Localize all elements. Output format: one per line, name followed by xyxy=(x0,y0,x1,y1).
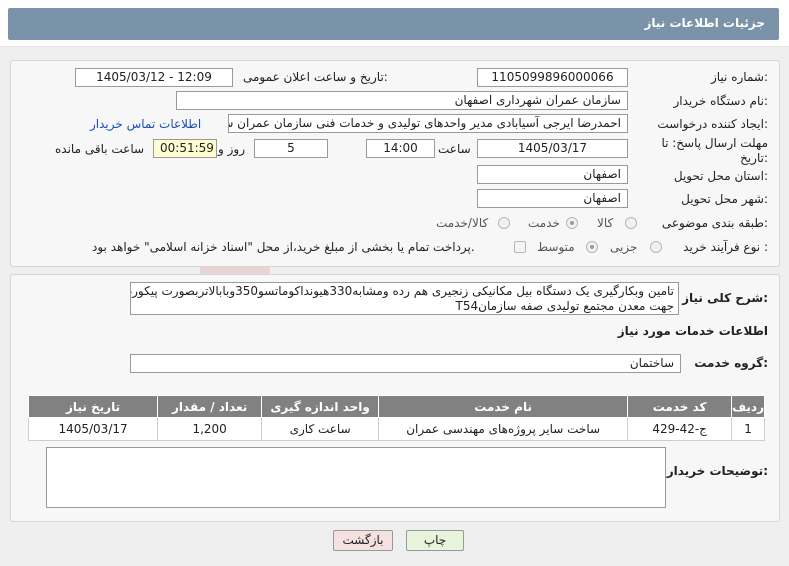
deadline-label-line1: مهلت ارسال پاسخ: تا xyxy=(661,136,768,150)
deadline-time-label: ساعت xyxy=(438,142,471,156)
page-title: جزئیات اطلاعات نیاز xyxy=(644,16,765,30)
summary-textarea: تامین وبکارگیری یک دستگاه بیل مکانیکی زن… xyxy=(130,282,679,315)
days-label: روز و xyxy=(218,142,245,156)
col-code-header: کد خدمت xyxy=(627,395,733,418)
deadline-label-line2: تاریخ: xyxy=(740,151,768,165)
announce-datetime-field: 1405/03/12 - 12:09 xyxy=(75,68,233,87)
col-unit-header: واحد اندازه گیری xyxy=(261,395,380,418)
col-qty-header: تعداد / مقدار xyxy=(157,395,263,418)
process-type-label: نوع فرآیند خرید : xyxy=(683,240,768,254)
services-table-header-row: ردیف کد خدمت نام خدمت واحد اندازه گیری ت… xyxy=(27,395,765,418)
cell-qty: 1,200 xyxy=(157,417,263,441)
category-radio-goods-service[interactable] xyxy=(498,217,510,229)
table-row: 1 ج-42-429 ساخت سایر پروژه‌های مهندسی عم… xyxy=(27,417,765,441)
summary-label: شرح کلی نیاز: xyxy=(682,291,768,305)
cell-code: ج-42-429 xyxy=(627,417,733,441)
service-group-field: ساختمان xyxy=(130,354,681,373)
process-option-minor: جزیی xyxy=(610,240,638,254)
process-radio-minor[interactable] xyxy=(650,241,662,253)
service-group-label: گروه خدمت: xyxy=(694,356,768,370)
buyer-notes-label: توضیحات خریدار: xyxy=(666,464,768,478)
category-option-goods: کالا xyxy=(597,216,614,230)
page-title-bar: جزئیات اطلاعات نیاز xyxy=(8,8,779,40)
category-radio-service[interactable] xyxy=(566,217,578,229)
requester-field: احمدرضا ایرجی آسیابادی مدیر واحدهای تولی… xyxy=(228,114,628,133)
buyer-org-field: سازمان عمران شهرداری اصفهان xyxy=(176,91,628,110)
process-radio-medium[interactable] xyxy=(586,241,598,253)
category-radio-goods[interactable] xyxy=(625,217,637,229)
deadline-time-field: 14:00 xyxy=(366,139,435,158)
col-row-header: ردیف xyxy=(731,395,765,418)
city-label: شهر محل تحویل: xyxy=(681,192,768,206)
cell-date: 1405/03/17 xyxy=(27,417,159,441)
buyer-org-label: نام دستگاه خریدار: xyxy=(673,94,769,108)
col-date-header: تاریخ نیاز xyxy=(27,395,159,418)
city-field: اصفهان xyxy=(477,189,628,208)
services-section-title: اطلاعات خدمات مورد نیاز xyxy=(617,324,768,338)
buyer-notes-textarea[interactable] xyxy=(46,447,666,508)
cell-row: 1 xyxy=(731,417,765,441)
back-button[interactable]: بازگشت xyxy=(333,530,393,551)
col-name-header: نام خدمت xyxy=(378,395,629,418)
category-option-goods-service: کالا/خدمت xyxy=(436,216,489,230)
summary-line-1: تامین وبکارگیری یک دستگاه بیل مکانیکی زن… xyxy=(131,284,674,298)
province-field: اصفهان xyxy=(477,165,628,184)
page-header: جزئیات اطلاعات نیاز xyxy=(0,0,789,47)
category-label: طبقه بندی موضوعی: xyxy=(661,216,768,230)
deadline-date-field: 1405/03/17 xyxy=(477,139,628,158)
announce-datetime-label: تاریخ و ساعت اعلان عمومی: xyxy=(243,70,388,84)
category-option-service: خدمت xyxy=(528,216,560,230)
requester-label: ایجاد کننده درخواست: xyxy=(657,117,768,131)
province-label: استان محل تحویل: xyxy=(673,169,768,183)
remaining-time-field: 00:51:59 xyxy=(153,139,217,158)
cell-unit: ساعت کاری xyxy=(261,417,380,441)
need-number-field: 1105099896000066 xyxy=(477,68,628,87)
summary-line-2: جهت معدن مجتمع تولیدی صفه سازمانT54 xyxy=(455,299,674,313)
cell-name: ساخت سایر پروژه‌های مهندسی عمران xyxy=(378,417,629,441)
need-number-label: شماره نیاز: xyxy=(710,70,768,84)
treasury-payment-note: پرداخت تمام یا بخشی از مبلغ خرید،از محل … xyxy=(92,240,475,254)
process-option-medium: متوسط xyxy=(537,240,575,254)
remaining-time-label: ساعت باقی مانده xyxy=(55,142,145,156)
days-remaining-field: 5 xyxy=(254,139,328,158)
treasury-payment-checkbox[interactable] xyxy=(514,241,526,253)
buyer-contact-link[interactable]: اطلاعات تماس خریدار xyxy=(90,117,201,131)
print-button[interactable]: چاپ xyxy=(406,530,464,551)
services-table: ردیف کد خدمت نام خدمت واحد اندازه گیری ت… xyxy=(27,395,765,441)
